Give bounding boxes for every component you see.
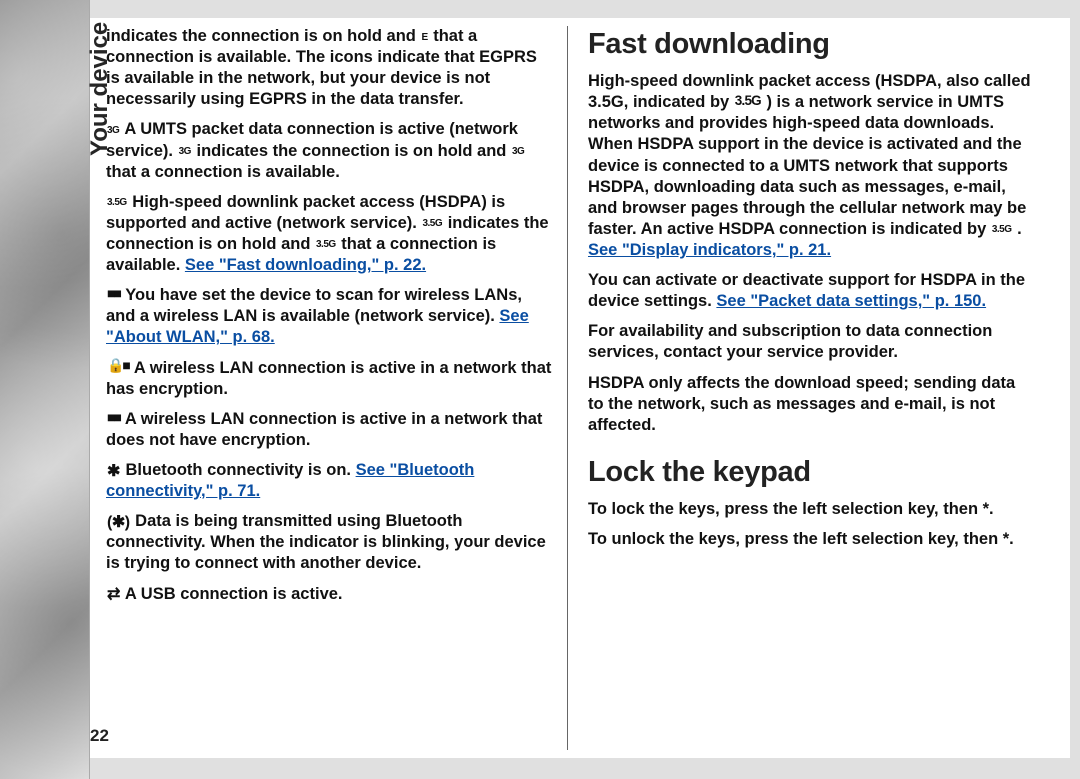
text: You have set the device to scan for wire…: [106, 286, 522, 325]
text: that a connection is available.: [106, 163, 340, 181]
paragraph-egprs: indicates the connection is on hold and …: [106, 26, 553, 110]
text: .: [1017, 220, 1022, 238]
bluetooth-icon: ✱: [106, 464, 121, 480]
egprs-hold-icon: E: [420, 33, 428, 43]
paragraph-usb: ⇄ A USB connection is active.: [106, 584, 553, 605]
paragraph-wlan-scan: ■■ You have set the device to scan for w…: [106, 285, 553, 348]
text: Bluetooth connectivity is on.: [126, 461, 356, 479]
text: Data is being transmitted using Bluetoot…: [106, 512, 546, 572]
text: A wireless LAN connection is active in a…: [106, 410, 542, 449]
link-display-indicators[interactable]: See "Display indicators," p. 21.: [588, 241, 831, 259]
wlan-encrypted-icon: 🔒■: [106, 358, 130, 372]
hsdpa-active-icon: 3.5G: [991, 225, 1013, 235]
paragraph-hsdpa: 3.5G High-speed downlink packet access (…: [106, 192, 553, 276]
page-number: 22: [90, 726, 109, 746]
paragraph-unlock-keys: To unlock the keys, press the left selec…: [588, 529, 1032, 550]
umts-available-icon: 3G: [511, 147, 525, 157]
paragraph-hsdpa-desc: High-speed downlink packet access (HSDPA…: [588, 71, 1032, 261]
paragraph-availability: For availability and subscription to dat…: [588, 321, 1032, 363]
text: A USB connection is active.: [125, 585, 343, 603]
hsdpa-35g-icon: 3.5G: [734, 94, 762, 108]
hsdpa-available-icon: 3.5G: [315, 240, 337, 250]
link-packet-data-settings[interactable]: See "Packet data settings," p. 150.: [716, 292, 986, 310]
usb-icon: ⇄: [106, 587, 121, 603]
left-column: indicates the connection is on hold and …: [100, 26, 568, 750]
text: High-speed downlink packet access (HSDPA…: [106, 193, 505, 232]
section-tab: Your device: [85, 18, 115, 193]
umts-hold-icon: 3G: [178, 147, 192, 157]
heading-lock-keypad: Lock the keypad: [588, 454, 1032, 491]
paragraph-hsdpa-settings: You can activate or deactivate support f…: [588, 270, 1032, 312]
page-content: Your device 22 indicates the connection …: [90, 18, 1070, 758]
hsdpa-active-icon: 3.5G: [106, 198, 128, 208]
paragraph-wlan-open: ■■ A wireless LAN connection is active i…: [106, 409, 553, 451]
paragraph-umts: 3G A UMTS packet data connection is acti…: [106, 119, 553, 182]
wlan-open-icon: ■■: [106, 410, 121, 424]
right-column: Fast downloading High-speed downlink pac…: [568, 26, 1036, 750]
paragraph-wlan-encrypted: 🔒■ A wireless LAN connection is active i…: [106, 358, 553, 400]
paragraph-hsdpa-download-only: HSDPA only affects the download speed; s…: [588, 373, 1032, 436]
paragraph-bluetooth-tx: (✱) Data is being transmitted using Blue…: [106, 511, 553, 574]
text: indicates the connection is on hold and: [197, 142, 511, 160]
text: ) is a network service in UMTS networks …: [588, 93, 1026, 238]
hsdpa-hold-icon: 3.5G: [421, 219, 443, 229]
wlan-scan-icon: ■■: [106, 286, 121, 300]
link-fast-downloading[interactable]: See "Fast downloading," p. 22.: [185, 256, 426, 274]
heading-fast-downloading: Fast downloading: [588, 26, 1032, 63]
bluetooth-tx-icon: (✱): [106, 515, 131, 531]
paragraph-lock-keys: To lock the keys, press the left selecti…: [588, 499, 1032, 520]
text: indicates the connection is on hold and: [106, 27, 420, 45]
text: A wireless LAN connection is active in a…: [106, 359, 551, 398]
paragraph-bluetooth-on: ✱ Bluetooth connectivity is on. See "Blu…: [106, 460, 553, 502]
page-margin-texture: [0, 0, 90, 779]
